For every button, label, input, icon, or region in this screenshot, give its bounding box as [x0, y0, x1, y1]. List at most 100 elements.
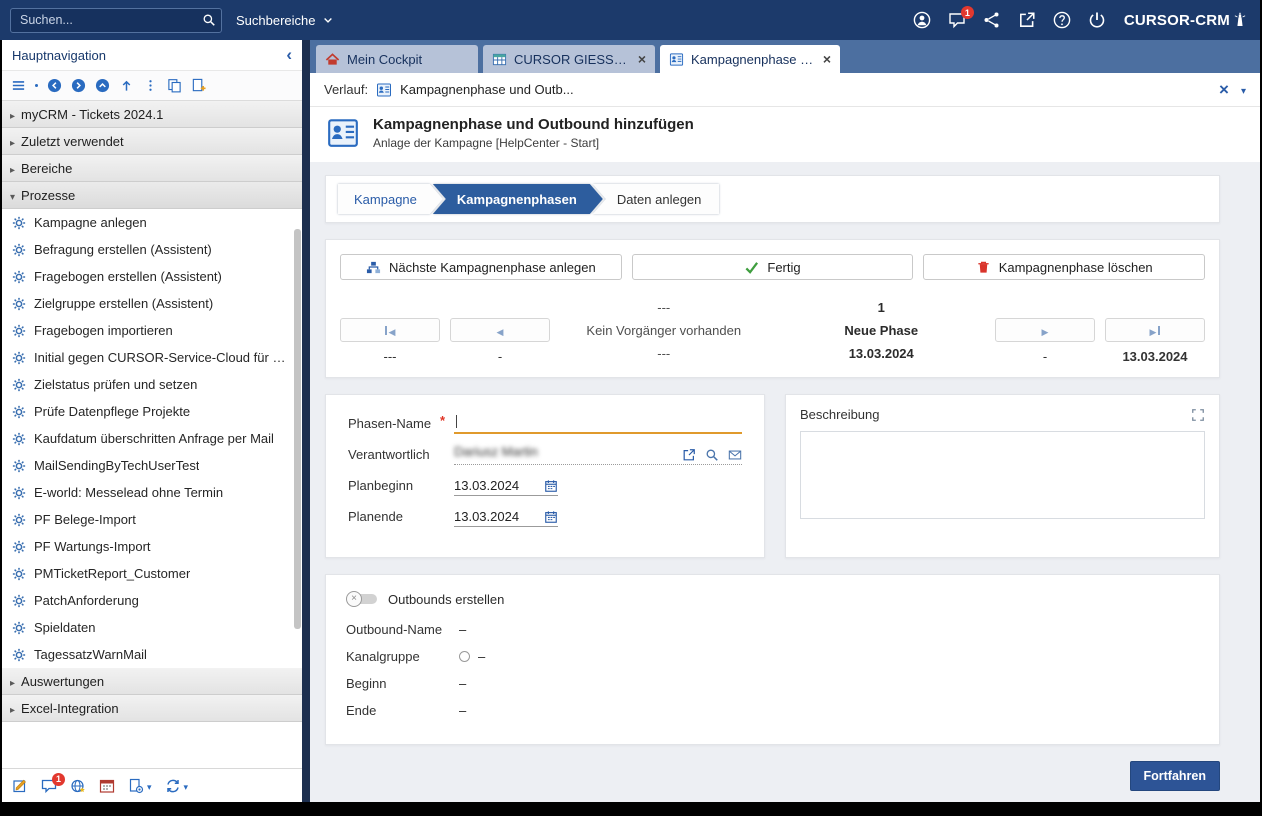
- wizard-step-kampagne[interactable]: Kampagne: [338, 184, 443, 214]
- process-item[interactable]: Fragebogen erstellen (Assistent): [2, 263, 302, 290]
- triangle-collapsed-icon: [10, 161, 15, 176]
- scrollbar-thumb[interactable]: [294, 229, 301, 629]
- process-item[interactable]: Prüfe Datenpflege Projekte: [2, 398, 302, 425]
- responsible-value: Dariusz Martin: [454, 444, 538, 459]
- expand-icon[interactable]: [1191, 408, 1205, 422]
- plan-start-field[interactable]: 13.03.2024: [454, 478, 558, 496]
- help-icon[interactable]: [1053, 11, 1071, 29]
- process-item[interactable]: TagessatzWarnMail: [2, 641, 302, 668]
- process-item[interactable]: Kampagne anlegen: [2, 209, 302, 236]
- close-icon[interactable]: [1219, 80, 1229, 100]
- sidebar-splitter[interactable]: [302, 40, 310, 802]
- process-item-label: Befragung erstellen (Assistent): [34, 242, 212, 257]
- document-settings-icon[interactable]: [128, 778, 144, 794]
- plan-end-field[interactable]: 13.03.2024: [454, 509, 558, 527]
- search-icon[interactable]: [705, 448, 719, 462]
- new-document-icon[interactable]: [191, 78, 206, 93]
- user-account-icon[interactable]: [913, 11, 931, 29]
- phase-toolbar-panel: Nächste Kampagnenphase anlegen Fertig Ka…: [325, 239, 1220, 378]
- up-circle-icon[interactable]: [95, 78, 110, 93]
- wizard-step-daten-anlegen[interactable]: Daten anlegen: [593, 184, 720, 214]
- notifications-button[interactable]: 1: [948, 11, 966, 29]
- calendar-icon[interactable]: [99, 778, 115, 794]
- responsible-row: Verantwortlich Dariusz Martin: [348, 444, 742, 465]
- notes-icon[interactable]: [12, 778, 28, 794]
- up-arrow-icon[interactable]: [119, 78, 134, 93]
- sidebar-section-auswertungen[interactable]: Auswertungen: [2, 668, 302, 695]
- chevron-down-icon[interactable]: [147, 778, 152, 793]
- external-window-icon[interactable]: [1018, 11, 1036, 29]
- close-tab-icon[interactable]: [823, 51, 831, 67]
- next-phase-button[interactable]: Nächste Kampagnenphase anlegen: [340, 254, 622, 280]
- delete-phase-button[interactable]: Kampagnenphase löschen: [923, 254, 1205, 280]
- history-entry[interactable]: Kampagnenphase und Outb...: [400, 82, 573, 97]
- delete-phase-label: Kampagnenphase löschen: [999, 260, 1153, 275]
- search-areas-label: Suchbereiche: [236, 13, 316, 28]
- sync-icon[interactable]: [165, 778, 181, 794]
- sidebar-collapse-button[interactable]: [286, 45, 292, 65]
- sidebar-section-excel-integration[interactable]: Excel-Integration: [2, 695, 302, 722]
- logout-icon[interactable]: [1088, 11, 1106, 29]
- sidebar-section-bereiche[interactable]: Bereiche: [2, 155, 302, 182]
- calendar-icon[interactable]: [544, 510, 558, 524]
- process-item[interactable]: MailSendingByTechUserTest: [2, 452, 302, 479]
- process-item[interactable]: Zielgruppe erstellen (Assistent): [2, 290, 302, 317]
- email-icon[interactable]: [728, 448, 742, 462]
- process-item[interactable]: E-world: Messelead ohne Termin: [2, 479, 302, 506]
- last-phase-button[interactable]: [1105, 318, 1205, 342]
- calendar-icon[interactable]: [544, 479, 558, 493]
- messages-button[interactable]: 1: [41, 778, 57, 794]
- back-icon[interactable]: [47, 78, 62, 93]
- process-item[interactable]: Spieldaten: [2, 614, 302, 641]
- process-item[interactable]: Kaufdatum überschritten Anfrage per Mail: [2, 425, 302, 452]
- more-options-icon[interactable]: [143, 78, 158, 93]
- first-phase-button[interactable]: [340, 318, 440, 342]
- copy-icon[interactable]: [167, 78, 182, 93]
- process-item-label: E-world: Messelead ohne Termin: [34, 485, 223, 500]
- phase-name-input[interactable]: [454, 413, 742, 434]
- chevron-down-icon[interactable]: [1241, 81, 1246, 99]
- chevron-down-icon[interactable]: [184, 778, 189, 793]
- sidebar-scrollbar[interactable]: [294, 211, 301, 764]
- previous-phase-button[interactable]: [450, 318, 550, 342]
- forward-icon[interactable]: [71, 78, 86, 93]
- share-icon[interactable]: [983, 11, 1001, 29]
- process-item[interactable]: Initial gegen CURSOR-Service-Cloud für S…: [2, 344, 302, 371]
- outbound-toggle[interactable]: [346, 591, 378, 607]
- process-item[interactable]: Zielstatus prüfen und setzen: [2, 371, 302, 398]
- search-input[interactable]: [10, 8, 222, 33]
- process-item[interactable]: Fragebogen importieren: [2, 317, 302, 344]
- process-item[interactable]: PatchAnforderung: [2, 587, 302, 614]
- next-phase-label: Nächste Kampagnenphase anlegen: [389, 260, 596, 275]
- sidebar: Hauptnavigation myCRM - Tickets 2024.1 Z…: [0, 40, 302, 802]
- tab-mein-cockpit[interactable]: Mein Cockpit: [316, 45, 478, 73]
- previous-phase-info: --- Kein Vorgänger vorhanden ---: [560, 296, 768, 365]
- responsible-field[interactable]: Dariusz Martin: [454, 444, 742, 465]
- web-favorites-icon[interactable]: [70, 778, 86, 794]
- process-item[interactable]: Befragung erstellen (Assistent): [2, 236, 302, 263]
- tab-cursor-giessen[interactable]: CURSOR GIESSEN, Gi...: [483, 45, 655, 73]
- sidebar-section-prozesse[interactable]: Prozesse: [2, 182, 302, 209]
- description-textarea[interactable]: [800, 431, 1205, 519]
- current-phase-date: 13.03.2024: [778, 342, 986, 365]
- search-icon[interactable]: [202, 13, 216, 27]
- process-item[interactable]: PF Wartungs-Import: [2, 533, 302, 560]
- wizard-step-kampagnenphasen[interactable]: Kampagnenphasen: [433, 184, 603, 214]
- next-phase-nav-button[interactable]: [995, 318, 1095, 342]
- search-areas-dropdown[interactable]: Suchbereiche: [236, 13, 334, 28]
- process-item[interactable]: PMTicketReport_Customer: [2, 560, 302, 587]
- sidebar-section-zuletzt-verwendet[interactable]: Zuletzt verwendet: [2, 128, 302, 155]
- menu-icon[interactable]: [11, 78, 26, 93]
- process-item[interactable]: PF Belege-Import: [2, 506, 302, 533]
- messages-badge: 1: [52, 773, 65, 786]
- finish-button[interactable]: Fertig: [632, 254, 914, 280]
- previous-phase-number: ---: [560, 296, 768, 319]
- plan-end-label: Planende: [348, 509, 440, 527]
- close-tab-icon[interactable]: [638, 51, 646, 67]
- tab-kampagnenphase[interactable]: Kampagnenphase u...: [660, 45, 840, 73]
- open-record-icon[interactable]: [682, 448, 696, 462]
- gear-icon: [12, 648, 26, 662]
- page-icon: [326, 116, 360, 150]
- continue-button[interactable]: Fortfahren: [1130, 761, 1221, 791]
- sidebar-section-mycrm[interactable]: myCRM - Tickets 2024.1: [2, 101, 302, 128]
